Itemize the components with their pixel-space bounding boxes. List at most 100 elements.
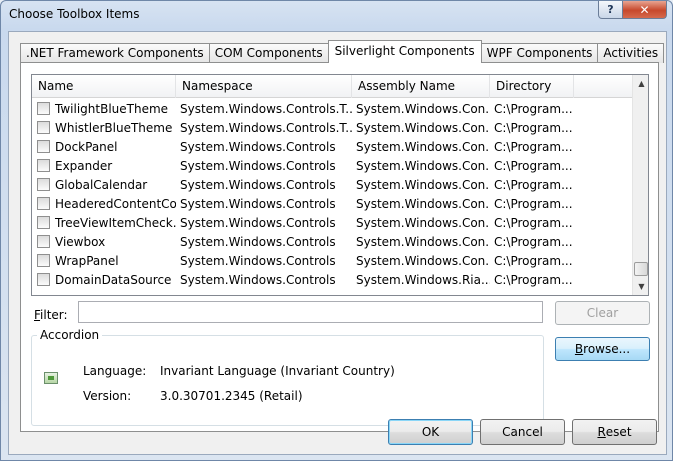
version-value: 3.0.30701.2345 (Retail) — [160, 389, 303, 403]
row-assembly: System.Windows.Con... — [356, 177, 490, 192]
language-label: Language: — [83, 364, 147, 378]
help-icon: ? — [607, 3, 614, 16]
row-name: HeaderedContentCo... — [55, 196, 176, 211]
list-row[interactable]: WrapPanel System.Windows.Controls System… — [32, 251, 632, 270]
row-namespace: System.Windows.Controls — [180, 177, 336, 192]
column-header-directory[interactable]: Directory — [490, 75, 574, 98]
list-row[interactable]: DockPanel System.Windows.Controls System… — [32, 137, 632, 156]
tab-silverlight[interactable]: Silverlight Components — [327, 40, 482, 63]
list-row[interactable]: Expander System.Windows.Controls System.… — [32, 156, 632, 175]
reset-button[interactable]: Reset — [572, 419, 657, 445]
clear-button[interactable]: Clear — [555, 301, 650, 325]
row-directory: C:\Program... — [494, 177, 573, 192]
tab-wpf[interactable]: WPF Components — [480, 43, 599, 63]
row-directory: C:\Program... — [494, 196, 573, 211]
row-assembly: System.Windows.Ria.... — [356, 272, 490, 287]
row-checkbox[interactable] — [37, 254, 50, 267]
components-list[interactable]: Name Namespace Assembly Name Directory T… — [31, 74, 649, 296]
name-cell: HeaderedContentCo... — [32, 197, 176, 211]
name-cell: WrapPanel — [32, 254, 176, 268]
row-name: DomainDataSource — [55, 272, 172, 287]
filter-input[interactable] — [78, 301, 543, 323]
browse-accel: B — [574, 342, 584, 356]
close-button[interactable]: ✕ — [622, 1, 667, 19]
row-namespace: System.Windows.Controls — [180, 234, 336, 249]
name-cell: DockPanel — [32, 140, 176, 154]
row-checkbox[interactable] — [37, 140, 50, 153]
row-assembly: System.Windows.Con... — [356, 215, 490, 230]
cancel-button[interactable]: Cancel — [480, 419, 565, 445]
row-assembly: System.Windows.Con... — [356, 234, 490, 249]
list-row[interactable]: WhistlerBlueTheme System.Windows.Control… — [32, 118, 632, 137]
row-checkbox[interactable] — [37, 121, 50, 134]
dialog-window: Choose Toolbox Items ? ✕ .NET Framework … — [0, 0, 673, 461]
triangle-down-icon: ▼ — [638, 282, 645, 291]
dialog-client-area: .NET Framework Components COM Components… — [8, 31, 667, 455]
row-name: Viewbox — [55, 234, 106, 249]
list-row[interactable]: GlobalCalendar System.Windows.Controls S… — [32, 175, 632, 194]
row-name: GlobalCalendar — [55, 177, 148, 192]
name-cell: TwilightBlueTheme — [32, 102, 176, 116]
group-title: Accordion — [37, 328, 103, 342]
list-header: Name Namespace Assembly Name Directory — [32, 75, 632, 98]
row-checkbox[interactable] — [37, 159, 50, 172]
row-namespace: System.Windows.Controls — [180, 139, 336, 154]
column-header-namespace[interactable]: Namespace — [176, 75, 352, 98]
scroll-down-button[interactable]: ▼ — [633, 278, 648, 295]
assembly-icon — [44, 372, 58, 384]
row-checkbox[interactable] — [37, 235, 50, 248]
close-icon: ✕ — [639, 2, 650, 17]
row-name: TwilightBlueTheme — [55, 101, 169, 116]
row-assembly: System.Windows.Con... — [356, 101, 490, 116]
row-directory: C:\Program... — [494, 101, 573, 116]
row-directory: C:\Program... — [494, 139, 573, 154]
version-label: Version: — [83, 389, 132, 403]
list-vertical-scrollbar[interactable]: ▲ ▼ — [632, 75, 648, 295]
help-button[interactable]: ? — [598, 1, 623, 19]
row-namespace: System.Windows.Controls.T... — [180, 120, 352, 135]
row-checkbox[interactable] — [37, 178, 50, 191]
name-cell: Viewbox — [32, 235, 176, 249]
list-row[interactable]: HeaderedContentCo... System.Windows.Cont… — [32, 194, 632, 213]
triangle-up-icon: ▲ — [638, 79, 645, 88]
scroll-up-button[interactable]: ▲ — [633, 75, 648, 92]
reset-rest: eset — [605, 425, 632, 439]
column-header-name[interactable]: Name — [32, 75, 176, 98]
list-row[interactable]: TwilightBlueTheme System.Windows.Control… — [32, 99, 632, 118]
scroll-thumb[interactable] — [634, 262, 648, 276]
row-namespace: System.Windows.Controls — [180, 253, 336, 268]
row-name: DockPanel — [55, 139, 118, 154]
name-cell: GlobalCalendar — [32, 178, 176, 192]
silverlight-tab-panel: Name Namespace Assembly Name Directory T… — [20, 62, 659, 432]
ok-button[interactable]: OK — [388, 419, 473, 445]
row-checkbox[interactable] — [37, 216, 50, 229]
row-checkbox[interactable] — [37, 102, 50, 115]
row-assembly: System.Windows.Con... — [356, 253, 490, 268]
reset-accel: R — [597, 425, 606, 439]
name-cell: WhistlerBlueTheme — [32, 121, 176, 135]
name-cell: TreeViewItemCheck... — [32, 216, 176, 230]
tab-com[interactable]: COM Components — [208, 43, 329, 63]
row-assembly: System.Windows.Con... — [356, 120, 490, 135]
browse-button[interactable]: Browse... — [555, 337, 650, 361]
list-row[interactable]: TreeViewItemCheck... System.Windows.Cont… — [32, 213, 632, 232]
row-name: WhistlerBlueTheme — [55, 120, 173, 135]
row-namespace: System.Windows.Controls — [180, 215, 336, 230]
row-checkbox[interactable] — [37, 197, 50, 210]
tab-activities[interactable]: Activities — [597, 43, 665, 63]
list-row[interactable]: Viewbox System.Windows.Controls System.W… — [32, 232, 632, 251]
row-checkbox[interactable] — [37, 273, 50, 286]
tab-net-framework[interactable]: .NET Framework Components — [20, 43, 210, 63]
name-cell: DomainDataSource — [32, 273, 176, 287]
row-directory: C:\Program... — [494, 215, 573, 230]
window-title: Choose Toolbox Items — [9, 7, 140, 21]
component-info-group: Accordion Language: Invariant Language (… — [31, 328, 544, 426]
row-directory: C:\Program... — [494, 120, 573, 135]
row-namespace: System.Windows.Controls — [180, 196, 336, 211]
row-assembly: System.Windows.Con... — [356, 196, 490, 211]
list-row[interactable]: DomainDataSource System.Windows.Controls… — [32, 270, 632, 289]
row-directory: C:\Program... — [494, 234, 573, 249]
row-namespace: System.Windows.Controls — [180, 272, 336, 287]
column-header-assembly[interactable]: Assembly Name — [352, 75, 490, 98]
list-rows: TwilightBlueTheme System.Windows.Control… — [32, 99, 632, 289]
